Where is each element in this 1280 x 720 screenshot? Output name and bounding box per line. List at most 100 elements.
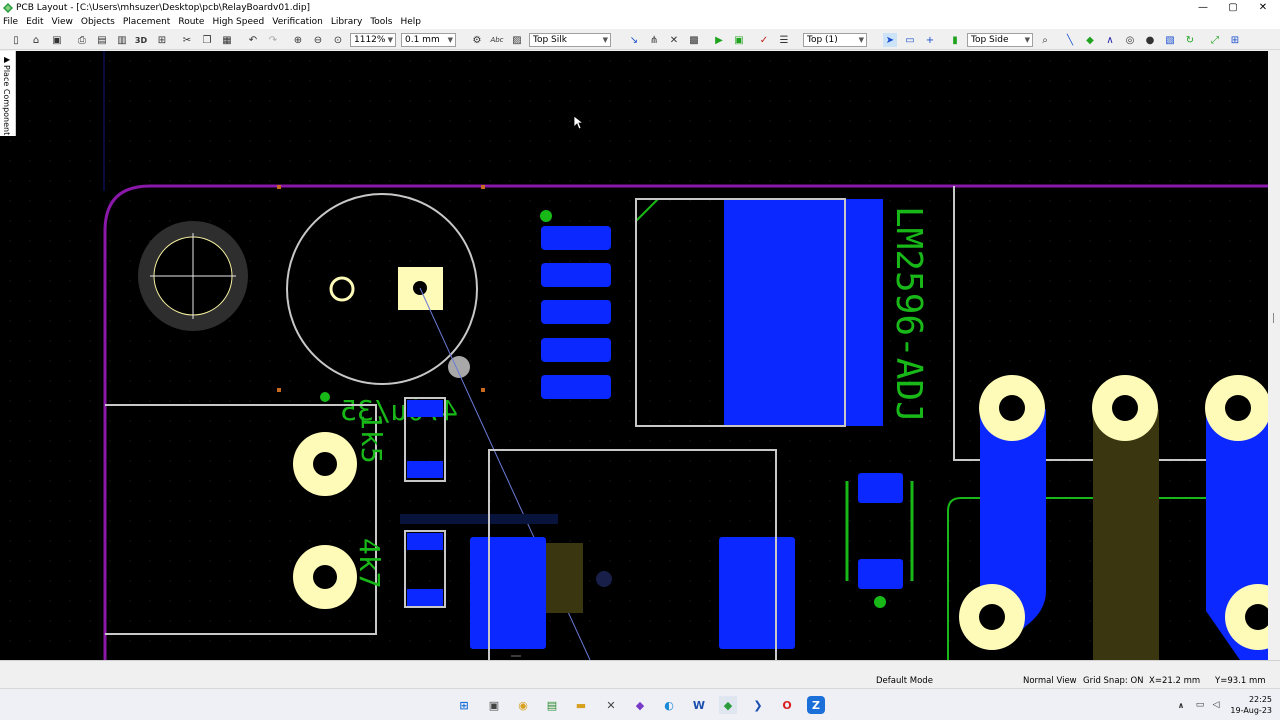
ic-pin-2[interactable]	[541, 263, 611, 287]
grid-select[interactable]: 0.1 mm ▼	[401, 33, 456, 47]
properties-icon[interactable]: ⚙	[470, 33, 484, 47]
zoom-in-icon[interactable]: ⊕	[291, 33, 305, 47]
side-icon[interactable]: ▮	[948, 33, 962, 47]
menu-view[interactable]: View	[52, 17, 73, 27]
ic-pin-4[interactable]	[541, 338, 611, 362]
diode-pad-a[interactable]	[470, 537, 546, 649]
menu-edit[interactable]: Edit	[26, 17, 43, 27]
zoom-select[interactable]: 1112% ▼	[350, 33, 396, 47]
fanout-icon[interactable]: ⋔	[647, 33, 661, 47]
menu-bar: File Edit View Objects Placement Route H…	[0, 15, 1280, 29]
menu-high-speed[interactable]: High Speed	[212, 17, 264, 27]
select-area-icon[interactable]: ▭	[903, 33, 917, 47]
side-select[interactable]: Top Side ▼	[967, 33, 1033, 47]
menu-help[interactable]: Help	[400, 17, 421, 27]
minimize-button[interactable]: —	[1188, 0, 1218, 15]
task-view-icon[interactable]: ▣	[485, 696, 503, 714]
x-app-icon[interactable]: ✕	[602, 696, 620, 714]
resistor2-pad-a[interactable]	[407, 533, 443, 550]
run-drc-icon[interactable]: ▶	[712, 33, 726, 47]
chrome-icon[interactable]: ◉	[514, 696, 532, 714]
via-tool-icon[interactable]: ◆	[1083, 33, 1097, 47]
menu-tools[interactable]: Tools	[370, 17, 392, 27]
zoom-out-icon[interactable]: ⊖	[311, 33, 325, 47]
crosshair-icon[interactable]: +	[923, 33, 937, 47]
ic-tab-pad[interactable]	[724, 199, 883, 426]
refresh-icon[interactable]: ↻	[1183, 33, 1197, 47]
clock-time: 22:25	[1248, 695, 1272, 704]
copy-icon[interactable]: ❐	[200, 33, 214, 47]
unroute-icon[interactable]: ✕	[667, 33, 681, 47]
polygon-tool-icon[interactable]: ▧	[1163, 33, 1177, 47]
zoom-fit-icon[interactable]: ⊙	[331, 33, 345, 47]
maximize-button[interactable]: ▢	[1218, 0, 1248, 15]
file-explorer-icon[interactable]: ▬	[572, 696, 590, 714]
undo-icon[interactable]: ↶	[246, 33, 260, 47]
report-list-icon[interactable]: ☰	[777, 33, 791, 47]
ic-pin-1[interactable]	[541, 226, 611, 250]
resistor2-pad-b[interactable]	[407, 589, 443, 606]
verify-icon[interactable]: ✓	[757, 33, 771, 47]
windows-start-icon[interactable]: ⊞	[455, 696, 473, 714]
word-icon[interactable]: W	[690, 696, 708, 714]
new-file-icon[interactable]: ▯	[9, 33, 23, 47]
menu-library[interactable]: Library	[331, 17, 362, 27]
hole-tool-icon[interactable]: ●	[1143, 33, 1157, 47]
opera-icon[interactable]: O	[778, 696, 796, 714]
arc-tool-icon[interactable]: ∧	[1103, 33, 1117, 47]
measure-icon[interactable]: ⤢	[1208, 33, 1222, 47]
text-tool-button[interactable]: Abc	[490, 33, 504, 47]
paste-icon[interactable]: ▦	[220, 33, 234, 47]
z-app-icon[interactable]: Z	[807, 696, 825, 714]
line-tool-icon[interactable]: ╲	[1063, 33, 1077, 47]
menu-route[interactable]: Route	[178, 17, 204, 27]
print-preview-icon[interactable]: ▤	[95, 33, 109, 47]
ic-pin-5[interactable]	[541, 375, 611, 399]
copper-pour-icon[interactable]: ▩	[687, 33, 701, 47]
notepad-icon[interactable]: ▤	[543, 696, 561, 714]
menu-objects[interactable]: Objects	[81, 17, 115, 27]
3d-view-button[interactable]: 3D	[134, 33, 148, 47]
volume-icon[interactable]: ◁	[1207, 696, 1225, 714]
save-icon[interactable]: ▣	[50, 33, 64, 47]
open-folder-icon[interactable]: ⌂	[29, 33, 43, 47]
scrollbar-grip[interactable]	[1273, 313, 1274, 323]
cap-pad-b[interactable]	[858, 559, 903, 589]
tray-arrow-icon[interactable]: ∧	[1172, 696, 1190, 714]
pcb-drawing[interactable]: 470u/35 1k5 4k7 LM2596-ADJ	[0, 51, 1280, 660]
route-layer-select[interactable]: Top (1) ▼	[803, 33, 867, 47]
cut-icon[interactable]: ✂	[180, 33, 194, 47]
close-button[interactable]: ✕	[1248, 0, 1278, 15]
ic-pin-3[interactable]	[541, 300, 611, 324]
menu-placement[interactable]: Placement	[123, 17, 170, 27]
layer-select[interactable]: Top Silk ▼	[529, 33, 611, 47]
select-pointer-icon[interactable]: ➤	[883, 33, 897, 47]
pcb-layout-icon[interactable]: ◆	[719, 696, 737, 714]
cap-pad-a[interactable]	[858, 473, 903, 503]
pad-tool-icon[interactable]: ◎	[1123, 33, 1137, 47]
expand-arrow-icon[interactable]: ▶	[4, 55, 10, 64]
route-wire-icon[interactable]: ↘	[627, 33, 641, 47]
check-icon[interactable]: ▣	[732, 33, 746, 47]
place-component-panel[interactable]: ▶ Place Component	[0, 51, 16, 136]
edge-icon[interactable]: ◐	[660, 696, 678, 714]
bottom-via	[596, 571, 612, 587]
grid-toggle-icon[interactable]: ⊞	[1228, 33, 1242, 47]
vertical-scrollbar[interactable]	[1268, 51, 1280, 660]
via[interactable]	[448, 356, 470, 378]
menu-verification[interactable]: Verification	[272, 17, 323, 27]
find-binoculars-icon[interactable]: ⌕	[1038, 33, 1052, 47]
resistor1-pad-b[interactable]	[407, 461, 443, 478]
diode-pad-b[interactable]	[719, 537, 795, 649]
redo-icon[interactable]: ↷	[266, 33, 280, 47]
panelize-icon[interactable]: ⊞	[155, 33, 169, 47]
pcb-canvas[interactable]: 470u/35 1k5 4k7 LM2596-ADJ	[0, 51, 1280, 660]
resistor1-pad-a[interactable]	[407, 400, 443, 417]
menu-file[interactable]: File	[3, 17, 18, 27]
print-icon[interactable]: ⎙	[75, 33, 89, 47]
visual-studio-icon[interactable]: ◆	[631, 696, 649, 714]
powershell-icon[interactable]: ❯	[749, 696, 767, 714]
clock[interactable]: 22:25 19-Aug-23	[1230, 694, 1272, 716]
image-icon[interactable]: ▨	[510, 33, 524, 47]
report-icon[interactable]: ▥	[115, 33, 129, 47]
